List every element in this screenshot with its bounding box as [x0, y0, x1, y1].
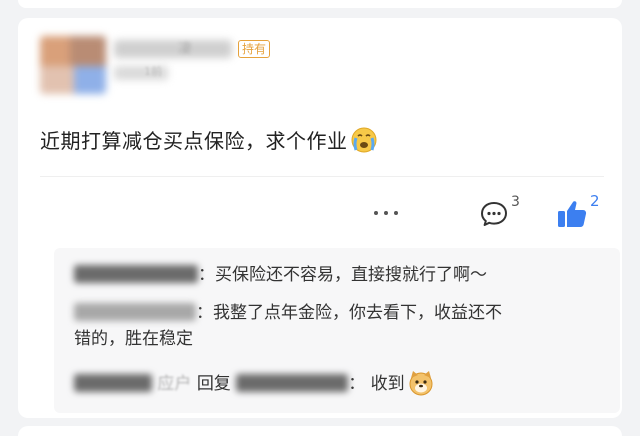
reply-text: ：我整了点年金险，你去看下，收益还不 — [196, 303, 502, 323]
reply-text-continued: 错的，胜在稳定 — [74, 329, 193, 349]
divider — [40, 176, 604, 177]
crying-face-icon — [350, 126, 378, 159]
thumbs-up-icon[interactable] — [556, 199, 588, 233]
previous-card-edge — [18, 0, 622, 8]
reply-word: 回复 — [196, 374, 231, 394]
like-count: 2 — [590, 192, 600, 210]
post-text: 近期打算减仓买点保险，求个作业 — [40, 129, 348, 153]
reply-1[interactable]: ：买保险还不容易，直接搜就行了啊～ — [74, 262, 487, 288]
more-options-icon[interactable] — [374, 205, 398, 221]
username-fragment: 凄 — [178, 41, 192, 57]
post-content: 近期打算减仓买点保险，求个作业 — [40, 125, 378, 159]
reply-2[interactable]: ：我整了点年金险，你去看下，收益还不 错的，胜在稳定 — [74, 300, 502, 352]
reply-text: ： 收到 — [348, 374, 405, 394]
username-blurred[interactable] — [114, 40, 232, 58]
holding-badge: 持有 — [238, 40, 271, 58]
replies-box: ：买保险还不容易，直接搜就行了啊～ ：我整了点年金险，你去看下，收益还不 错的，… — [54, 248, 620, 413]
reply-target-blurred[interactable] — [236, 374, 349, 392]
post-meta-fragment: 1前 — [144, 65, 162, 78]
doge-icon — [407, 369, 435, 405]
post-card: 凄 持有 1前 近期打算减仓买点保险，求个作业 3 2 ：买保险还不容易，直接搜… — [18, 18, 622, 418]
reply-3[interactable]: 应户 回复 ： 收到 — [74, 369, 435, 405]
comment-count: 3 — [511, 194, 520, 210]
reply-author-blurred[interactable] — [74, 303, 196, 321]
reply-author-fragment: 应户 — [157, 374, 192, 394]
reply-author-blurred[interactable] — [74, 265, 198, 283]
reply-text: ：买保险还不容易，直接搜就行了啊～ — [198, 265, 487, 285]
avatar[interactable] — [40, 36, 106, 94]
reply-author-blurred[interactable] — [74, 374, 152, 392]
next-card-edge — [18, 426, 622, 436]
comment-icon[interactable] — [480, 201, 508, 231]
